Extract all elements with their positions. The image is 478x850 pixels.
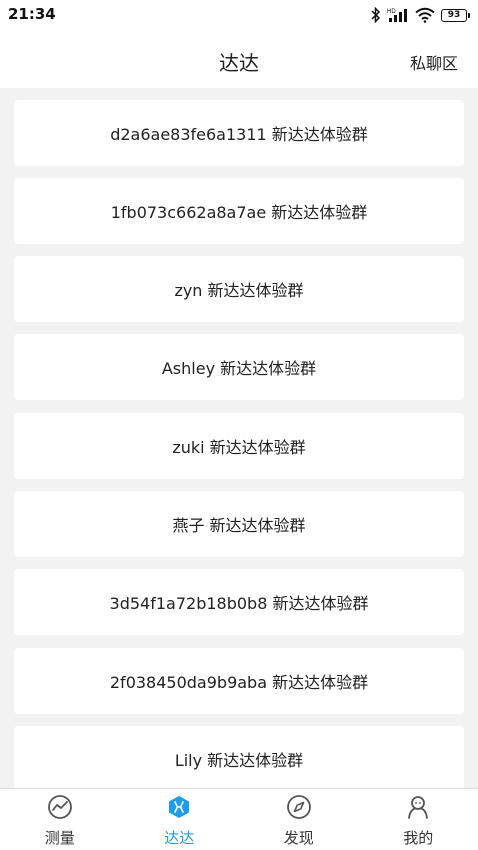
tab-label: 测量 [44, 829, 75, 847]
group-card[interactable]: d2a6ae83fe6a1311 新达达体验群 [14, 100, 464, 166]
hexagon-logo-icon [165, 793, 193, 821]
group-card[interactable]: 2f038450da9b9aba 新达达体验群 [14, 648, 464, 714]
tab-label: 达达 [164, 829, 195, 847]
chart-circle-icon [46, 793, 74, 821]
status-icons: HD 93 [371, 6, 470, 24]
status-time: 21:34 [8, 5, 56, 23]
group-card[interactable]: zuki 新达达体验群 [14, 413, 464, 479]
network-label: HD [387, 9, 396, 15]
person-icon [404, 793, 432, 821]
group-card[interactable]: Ashley 新达达体验群 [14, 334, 464, 400]
tab-bar: 测量 达达 发现 我的 [0, 788, 478, 850]
group-card[interactable]: zyn 新达达体验群 [14, 256, 464, 322]
status-bar: 21:34 HD 93 [0, 0, 478, 32]
private-chat-button[interactable]: 私聊区 [410, 50, 458, 74]
tab-measure[interactable]: 测量 [0, 789, 120, 850]
group-card[interactable]: Lily 新达达体验群 [14, 726, 464, 788]
page-title: 达达 [219, 51, 259, 75]
battery-level: 93 [441, 8, 467, 22]
compass-icon [285, 793, 313, 821]
tab-dada[interactable]: 达达 [120, 789, 240, 850]
tab-label: 我的 [403, 829, 434, 847]
bluetooth-icon [371, 7, 381, 23]
wifi-icon [415, 7, 435, 23]
group-card[interactable]: 1fb073c662a8a7ae 新达达体验群 [14, 178, 464, 244]
header: 达达 私聊区 [0, 32, 478, 88]
group-list[interactable]: d2a6ae83fe6a1311 新达达体验群 1fb073c662a8a7ae… [0, 88, 478, 788]
group-card[interactable]: 燕子 新达达体验群 [14, 491, 464, 557]
tab-label: 发现 [283, 829, 314, 847]
battery-icon: 93 [441, 8, 470, 22]
tab-discover[interactable]: 发现 [239, 789, 359, 850]
group-card[interactable]: 3d54f1a72b18b0b8 新达达体验群 [14, 569, 464, 635]
tab-mine[interactable]: 我的 [359, 789, 478, 850]
signal-icon: HD [387, 9, 407, 22]
